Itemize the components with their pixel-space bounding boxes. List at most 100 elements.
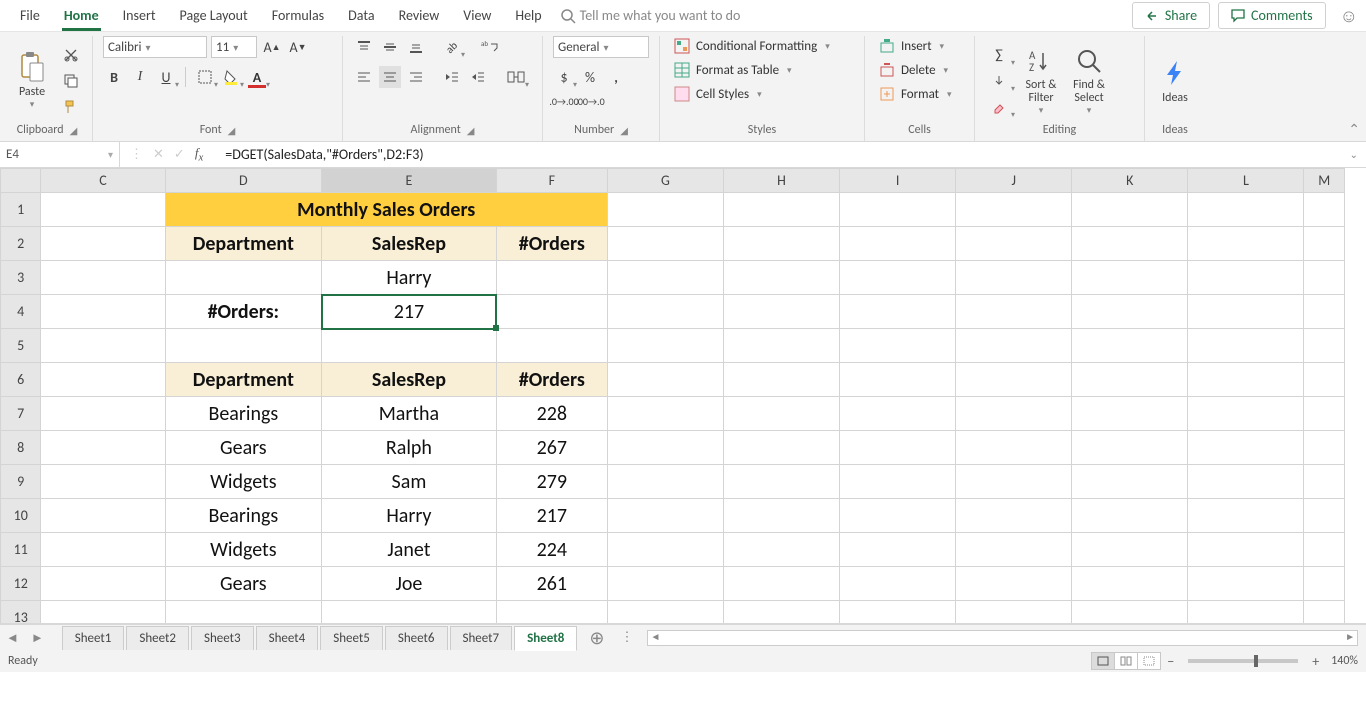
row-header[interactable]: 2 [1, 227, 41, 261]
view-page-layout-button[interactable] [1114, 652, 1138, 670]
select-all-corner[interactable] [1, 169, 41, 193]
bold-button[interactable]: B [103, 66, 125, 88]
menu-view[interactable]: View [451, 1, 503, 30]
cell[interactable]: Martha [322, 397, 497, 431]
autosum-button[interactable]: ∑ [985, 44, 1013, 66]
number-format-combo[interactable]: General▾ [553, 36, 649, 58]
view-normal-button[interactable] [1091, 652, 1115, 670]
font-size-combo[interactable]: 11▾ [211, 36, 257, 58]
delete-cells-button[interactable]: Delete▾ [875, 60, 952, 80]
cell[interactable]: Monthly Sales Orders [165, 193, 607, 227]
row-header[interactable]: 10 [1, 499, 41, 533]
cell[interactable]: Department [165, 363, 322, 397]
cell[interactable]: SalesRep [322, 227, 497, 261]
sheet-tab[interactable]: Sheet3 [191, 626, 254, 650]
cell[interactable]: Harry [322, 499, 497, 533]
sheet-tab[interactable]: Sheet5 [320, 626, 383, 650]
font-name-combo[interactable]: Calibri▾ [103, 36, 207, 58]
sheet-tab[interactable]: Sheet4 [256, 626, 319, 650]
view-page-break-button[interactable] [1137, 652, 1161, 670]
row-header[interactable]: 7 [1, 397, 41, 431]
font-color-button[interactable]: A [246, 66, 268, 88]
increase-font-button[interactable]: A▲ [261, 36, 283, 58]
italic-button[interactable]: I [129, 66, 151, 88]
find-select-button[interactable]: Find & Select▾ [1065, 43, 1113, 118]
row-header[interactable]: 4 [1, 295, 41, 329]
fx-icon[interactable]: fx [195, 145, 203, 164]
cell[interactable]: Gears [165, 431, 322, 465]
col-header[interactable]: F [496, 169, 607, 193]
cell[interactable]: Joe [322, 567, 497, 601]
spreadsheet-grid[interactable]: C D E F G H I J K L M 1Monthly Sales Ord… [0, 168, 1366, 624]
cell[interactable]: #Orders: [165, 295, 322, 329]
cell-styles-button[interactable]: Cell Styles▾ [670, 84, 766, 104]
zoom-in-button[interactable]: + [1306, 653, 1325, 670]
cell[interactable]: #Orders [496, 227, 607, 261]
align-right-button[interactable] [405, 66, 427, 88]
clipboard-launcher[interactable]: ◢ [70, 124, 78, 137]
menu-page-layout[interactable]: Page Layout [168, 1, 260, 30]
format-painter-button[interactable] [60, 96, 82, 118]
col-header[interactable]: E [322, 169, 497, 193]
cell-selected[interactable]: 217 [322, 295, 497, 329]
cell[interactable]: Harry [322, 261, 497, 295]
feedback-smile-icon[interactable]: ☺ [1340, 5, 1358, 27]
cell[interactable]: #Orders [496, 363, 607, 397]
decrease-decimal-button[interactable]: .00→.0 [579, 90, 601, 112]
sheet-tab[interactable]: Sheet6 [385, 626, 448, 650]
tab-nav-prev[interactable]: ◄ [0, 630, 25, 646]
clear-button[interactable] [985, 96, 1013, 118]
sheet-tab[interactable]: Sheet7 [450, 626, 513, 650]
cell[interactable]: 224 [496, 533, 607, 567]
share-button[interactable]: Share [1132, 2, 1210, 29]
sheet-tab[interactable]: Sheet2 [126, 626, 189, 650]
copy-button[interactable] [60, 70, 82, 92]
cell[interactable]: Widgets [165, 533, 322, 567]
menu-home[interactable]: Home [52, 1, 111, 30]
format-as-table-button[interactable]: Format as Table▾ [670, 60, 796, 80]
wrap-text-button[interactable]: ab [479, 36, 501, 58]
row-header[interactable]: 12 [1, 567, 41, 601]
col-header[interactable]: H [723, 169, 839, 193]
enter-formula-icon[interactable]: ✓ [174, 147, 185, 162]
fill-color-button[interactable] [220, 66, 242, 88]
format-cells-button[interactable]: Format▾ [875, 84, 956, 104]
align-top-button[interactable] [353, 36, 375, 58]
row-header[interactable]: 5 [1, 329, 41, 363]
menu-review[interactable]: Review [387, 1, 452, 30]
expand-formula-bar[interactable]: ⌄ [1342, 148, 1366, 161]
increase-decimal-button[interactable]: .0→.00 [553, 90, 575, 112]
cell[interactable]: Sam [322, 465, 497, 499]
comma-format-button[interactable]: , [605, 66, 627, 88]
cell[interactable]: Bearings [165, 397, 322, 431]
col-header[interactable]: M [1304, 169, 1345, 193]
zoom-slider[interactable] [1188, 659, 1298, 663]
cut-button[interactable] [60, 44, 82, 66]
col-header[interactable]: G [607, 169, 723, 193]
formula-input[interactable]: =DGET(SalesData,"#Orders",D2:F3) [219, 146, 1341, 163]
col-header[interactable]: L [1188, 169, 1304, 193]
zoom-level[interactable]: 140% [1331, 654, 1358, 668]
collapse-ribbon-button[interactable]: ⌃ [1348, 121, 1360, 138]
cell[interactable]: SalesRep [322, 363, 497, 397]
ideas-button[interactable]: Ideas [1151, 55, 1199, 107]
paste-button[interactable]: Paste ▾ [8, 49, 56, 112]
menu-file[interactable]: File [8, 1, 52, 30]
menu-insert[interactable]: Insert [111, 1, 168, 30]
percent-format-button[interactable]: % [579, 66, 601, 88]
accounting-format-button[interactable]: $ [553, 66, 575, 88]
underline-button[interactable]: U [155, 66, 177, 88]
col-header[interactable]: D [165, 169, 322, 193]
tellme-input[interactable]: Tell me what you want to do [580, 7, 741, 24]
increase-indent-button[interactable] [467, 66, 489, 88]
add-sheet-button[interactable]: ⊕ [579, 627, 614, 649]
conditional-formatting-button[interactable]: Conditional Formatting▾ [670, 36, 834, 56]
cell[interactable]: 279 [496, 465, 607, 499]
cell[interactable]: Janet [322, 533, 497, 567]
sheet-tab[interactable]: Sheet1 [62, 626, 125, 650]
orientation-button[interactable]: ab [441, 36, 463, 58]
borders-button[interactable] [194, 66, 216, 88]
font-launcher[interactable]: ◢ [228, 124, 236, 137]
alignment-launcher[interactable]: ◢ [467, 124, 475, 137]
cell[interactable]: Gears [165, 567, 322, 601]
